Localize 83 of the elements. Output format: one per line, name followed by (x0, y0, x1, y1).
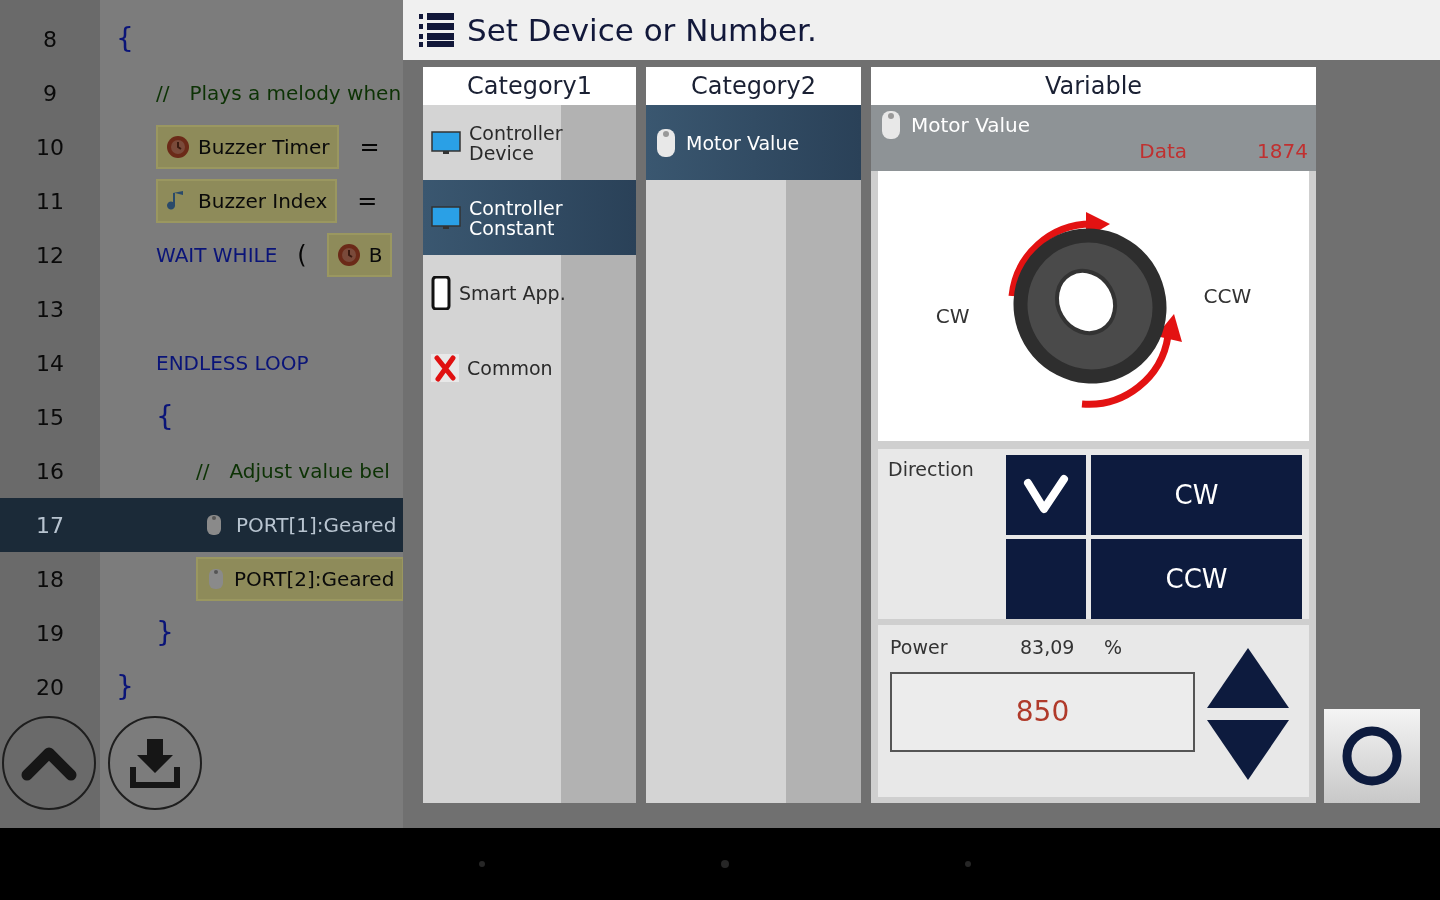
code-line[interactable]: 16 // Adjust value bel (0, 444, 403, 498)
line-number: 9 (43, 79, 57, 108)
brace: } (116, 669, 134, 705)
list-icon (419, 12, 455, 48)
line-number: 15 (36, 403, 64, 432)
code-line[interactable]: 20 } (0, 660, 403, 714)
operator: ( (297, 240, 307, 271)
variable-name: Motor Value (911, 112, 1031, 139)
operator: = (359, 132, 380, 163)
code-line[interactable]: 8 { (0, 12, 403, 66)
column-header: Variable (871, 67, 1316, 105)
motor-icon (206, 566, 226, 592)
keyword: ENDLESS LOOP (156, 350, 309, 377)
phone-icon (431, 275, 451, 310)
motor-icon (204, 512, 224, 538)
line-number: 11 (36, 187, 64, 216)
brace: { (116, 21, 134, 57)
ok-button[interactable] (1324, 709, 1420, 803)
category-item[interactable]: Controller Device (423, 105, 636, 180)
percent-unit: % (1104, 635, 1123, 660)
dialog-title: Set Device or Number. (467, 10, 817, 50)
comment-text: Plays a melody when (189, 80, 402, 107)
checkbox[interactable] (1006, 455, 1086, 535)
column-header: Category1 (423, 67, 636, 105)
power-input[interactable]: 850 (890, 671, 1195, 752)
section-label: Power (890, 635, 949, 660)
code-block[interactable]: PORT[2]:Geared (196, 557, 403, 601)
code-line[interactable]: 12 WAIT WHILE ( B (0, 228, 403, 282)
code-line[interactable]: 9 // Plays a melody when (0, 66, 403, 120)
comment-text: Adjust value bel (229, 458, 390, 485)
code-line[interactable]: 14 ENDLESS LOOP (0, 336, 403, 390)
circle-icon (1341, 725, 1403, 787)
line-number: 18 (36, 565, 64, 594)
line-number: 16 (36, 457, 64, 486)
code-line[interactable]: 19 } (0, 606, 403, 660)
operator: = (357, 186, 378, 217)
column-header: Category2 (646, 67, 861, 105)
comment-text: // (196, 458, 210, 485)
motor-icon (654, 126, 678, 159)
code-block[interactable]: Buzzer Index (156, 179, 338, 223)
triangle-down-icon (1205, 718, 1291, 782)
code-line[interactable]: 15 { (0, 390, 403, 444)
code-block[interactable]: PORT[1]:Geared (196, 503, 403, 547)
code-block[interactable]: Buzzer Timer (156, 125, 340, 169)
direction-label: CW (935, 303, 970, 330)
line-number: 19 (36, 619, 64, 648)
code-line[interactable]: 11 Buzzer Index = (0, 174, 403, 228)
direction-button[interactable]: CCW (1091, 539, 1302, 619)
code-line[interactable]: 18 PORT[2]:Geared (0, 552, 403, 606)
clock-icon (166, 135, 190, 159)
brace: } (156, 615, 174, 651)
chevron-up-icon (21, 745, 77, 781)
comment-text: // (156, 80, 170, 107)
line-number: 13 (36, 295, 64, 324)
power-percent: 83,09 (1020, 635, 1076, 660)
monitor-icon (431, 205, 461, 230)
line-number: 8 (43, 25, 57, 54)
category-item[interactable]: Motor Value (646, 105, 861, 180)
checkbox[interactable] (1006, 539, 1086, 619)
line-number: 12 (36, 241, 64, 270)
keyword: WAIT WHILE (156, 242, 278, 269)
section-label: Direction (887, 457, 975, 482)
data-label: Data (1139, 141, 1188, 161)
clock-icon (336, 243, 361, 267)
monitor-icon (431, 130, 461, 155)
code-block[interactable]: B (326, 233, 393, 277)
triangle-up-icon (1205, 646, 1291, 710)
direction-button[interactable]: CW (1091, 455, 1302, 535)
cross-icon (431, 353, 459, 382)
line-number: 20 (36, 673, 64, 702)
category-item[interactable]: Controller Constant (423, 180, 636, 255)
direction-label: CCW (1203, 283, 1252, 310)
line-number: 14 (36, 349, 64, 378)
category-item[interactable]: Smart App. (423, 255, 636, 330)
code-line[interactable]: 13 (0, 282, 403, 336)
data-value: 1874 (1257, 141, 1308, 161)
code-line[interactable]: 10 Buzzer Timer = (0, 120, 403, 174)
download-icon (129, 737, 181, 789)
brace: { (156, 399, 174, 435)
line-number: 10 (36, 133, 64, 162)
line-number: 17 (36, 511, 64, 540)
motor-icon (879, 109, 903, 141)
category-item[interactable]: Common (423, 330, 636, 405)
